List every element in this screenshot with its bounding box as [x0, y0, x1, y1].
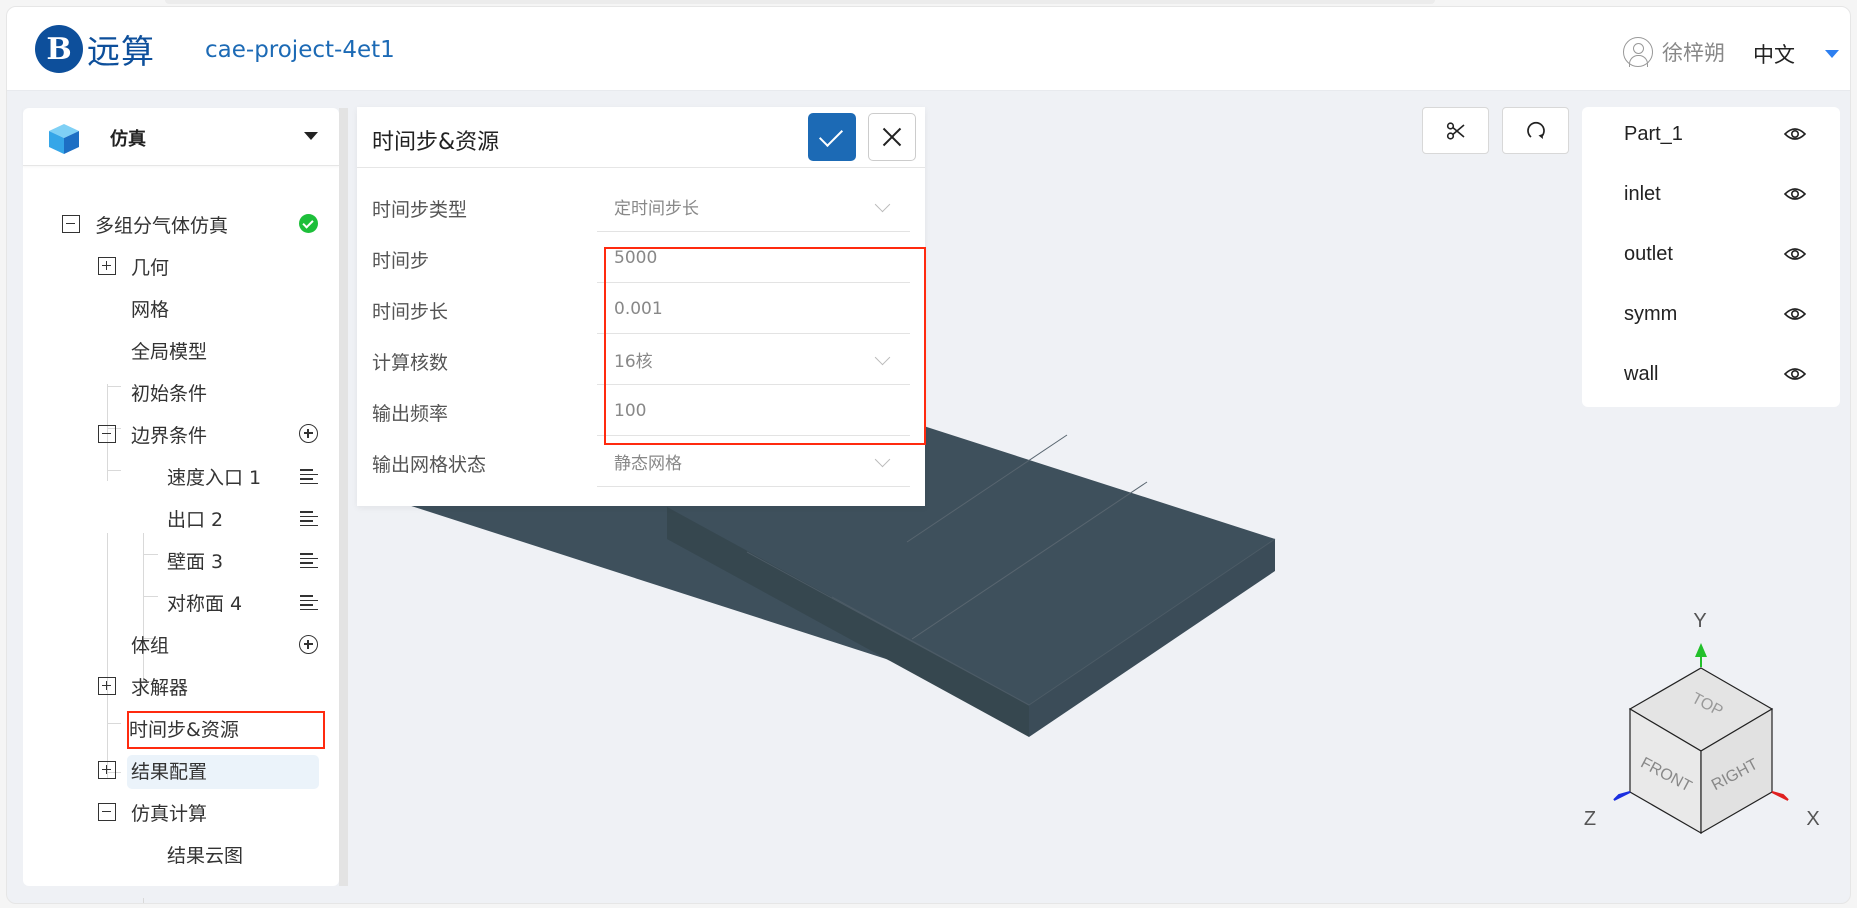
eye-icon[interactable]	[1784, 186, 1806, 202]
close-button[interactable]	[868, 113, 916, 161]
chevron-down-icon	[874, 451, 891, 468]
axis-label-y: Y	[1693, 610, 1706, 632]
reset-view-button[interactable]	[1502, 107, 1569, 154]
parts-visibility-list: Part_1 inlet outlet symm wall	[1582, 107, 1840, 407]
orientation-cube[interactable]: Y TOP FRONT RIGHT Z X	[1567, 597, 1827, 847]
field-label: 时间步	[372, 250, 430, 272]
browser-top-strip	[165, 0, 1435, 4]
field-label: 输出频率	[372, 403, 449, 425]
axis-label-z: Z	[1584, 808, 1596, 830]
chevron-down-icon	[874, 196, 891, 213]
z-axis-arrow-icon	[1613, 791, 1631, 801]
eye-icon[interactable]	[1784, 246, 1806, 262]
y-axis-arrow-icon	[1695, 643, 1707, 657]
x-axis-arrow-icon	[1771, 791, 1789, 801]
eye-icon[interactable]	[1784, 306, 1806, 322]
part-row: symm	[1582, 287, 1840, 347]
panel-header: 时间步&资源	[357, 107, 925, 168]
part-name: wall	[1624, 363, 1659, 385]
part-row: outlet	[1582, 227, 1840, 287]
part-name: Part_1	[1624, 123, 1683, 145]
part-row: Part_1	[1582, 107, 1840, 167]
app-window: B 远算 cae-project-4et1 徐梓朔 中文 仿真 多组分气体仿真 …	[6, 6, 1851, 904]
timestep-type-select[interactable]: 定时间步长	[597, 182, 910, 232]
field-label: 计算核数	[372, 352, 449, 374]
part-name: outlet	[1624, 243, 1673, 265]
field-label: 时间步类型	[372, 199, 468, 221]
scissors-icon	[1446, 121, 1465, 140]
clip-button[interactable]	[1422, 107, 1489, 154]
field-label: 时间步长	[372, 301, 449, 323]
axis-label-x: X	[1806, 808, 1819, 830]
part-name: inlet	[1624, 183, 1661, 205]
form-row-timestep-type: 时间步类型 定时间步长	[357, 182, 925, 233]
rotate-icon	[1526, 121, 1545, 139]
timestep-resources-panel: 时间步&资源 时间步类型 定时间步长 时间步 时间步长 计算核数	[357, 107, 926, 506]
field-label: 输出网格状态	[372, 454, 487, 476]
confirm-button[interactable]	[808, 113, 856, 161]
part-row: inlet	[1582, 167, 1840, 227]
eye-icon[interactable]	[1784, 126, 1806, 142]
eye-icon[interactable]	[1784, 366, 1806, 382]
part-row: wall	[1582, 347, 1840, 407]
select-value: 静态网格	[614, 454, 682, 474]
panel-title: 时间步&资源	[372, 130, 500, 155]
fields-highlight-box	[604, 247, 926, 445]
part-name: symm	[1624, 303, 1678, 325]
select-value: 定时间步长	[614, 199, 699, 219]
